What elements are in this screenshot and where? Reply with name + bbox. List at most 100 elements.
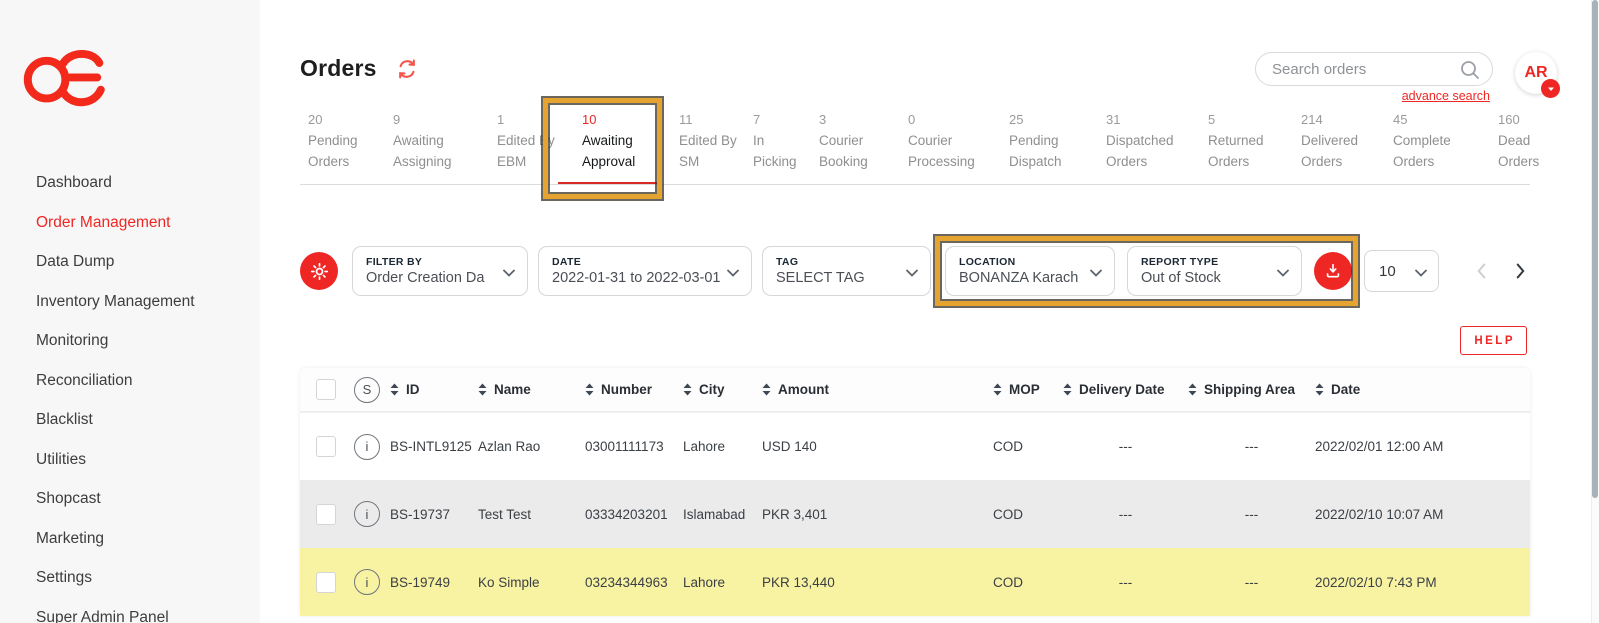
info-i-icon[interactable]: i <box>354 569 380 595</box>
tab-edited-by-ebm[interactable]: 1 Edited By EBM <box>497 112 561 172</box>
annotated-filter-group: LOCATION BONANZA Karach REPORT TYPE Out … <box>945 246 1352 296</box>
tab-pending-dispatch[interactable]: 25 Pending Dispatch <box>1009 112 1071 172</box>
tab-in-picking[interactable]: 7 In Picking <box>753 112 803 172</box>
sidebar-item-order-management[interactable]: Order Management <box>0 203 260 243</box>
sidebar-item-reconciliation[interactable]: Reconciliation <box>0 361 260 401</box>
report-type-label: REPORT TYPE <box>1141 256 1271 268</box>
sort-icon <box>683 383 692 396</box>
tab-delivered-orders[interactable]: 214 Delivered Orders <box>1301 112 1367 172</box>
status-tabs: 20 Pending Orders 9 Awaiting Assigning 1… <box>300 108 1530 185</box>
column-header-id[interactable]: ID <box>390 382 478 397</box>
settings-gear-button[interactable] <box>300 252 338 290</box>
table-header-row: S ID Name Number City Amount <box>300 368 1530 412</box>
tab-awaiting-assigning[interactable]: 9 Awaiting Assigning <box>393 112 461 172</box>
tab-count: 1 <box>497 112 561 127</box>
sidebar-item-inventory-management[interactable]: Inventory Management <box>0 282 260 322</box>
scrollbar-track[interactable] <box>1591 0 1599 623</box>
chevron-down-icon <box>724 264 742 287</box>
table-row[interactable]: i BS-19737 Test Test 03334203201 Islamab… <box>300 480 1530 548</box>
cell-mop: COD <box>993 439 1063 454</box>
column-label: ID <box>406 382 420 397</box>
tab-edited-by-sm[interactable]: 11 Edited By SM <box>679 112 743 172</box>
tab-courier-booking[interactable]: 3 Courier Booking <box>819 112 877 172</box>
tab-count: 20 <box>308 112 366 127</box>
row-checkbox[interactable] <box>316 504 336 525</box>
cell-city: Lahore <box>683 575 762 590</box>
tab-label: Awaiting Assigning <box>393 130 461 172</box>
column-header-shipping-area[interactable]: Shipping Area <box>1188 382 1315 397</box>
tab-dead-orders[interactable]: 160 Dead Orders <box>1498 112 1548 172</box>
date-range-dropdown[interactable]: DATE 2022-01-31 to 2022-03-01 <box>538 246 752 296</box>
tag-label: TAG <box>776 256 900 268</box>
column-header-amount[interactable]: Amount <box>762 382 993 397</box>
search-icon[interactable] <box>1458 58 1482 87</box>
caret-down-icon[interactable] <box>1541 79 1560 98</box>
tab-label: Courier Booking <box>819 130 877 172</box>
report-type-dropdown[interactable]: REPORT TYPE Out of Stock <box>1127 246 1302 296</box>
tab-complete-orders[interactable]: 45 Complete Orders <box>1393 112 1461 172</box>
sidebar-item-monitoring[interactable]: Monitoring <box>0 321 260 361</box>
sidebar-item-super-admin-panel[interactable]: Super Admin Panel <box>0 598 260 623</box>
column-header-mop[interactable]: MOP <box>993 382 1063 397</box>
search-input[interactable] <box>1272 61 1454 78</box>
column-header-name[interactable]: Name <box>478 382 585 397</box>
sidebar-item-blacklist[interactable]: Blacklist <box>0 400 260 440</box>
select-all-checkbox[interactable] <box>316 379 336 400</box>
row-checkbox[interactable] <box>316 572 336 593</box>
tab-count: 0 <box>908 112 982 127</box>
sidebar-item-data-dump[interactable]: Data Dump <box>0 242 260 282</box>
avatar[interactable]: AR <box>1515 52 1557 94</box>
column-label: Delivery Date <box>1079 382 1165 397</box>
location-dropdown[interactable]: LOCATION BONANZA Karach <box>945 246 1115 296</box>
refresh-icon[interactable] <box>395 57 419 86</box>
avatar-initials: AR <box>1524 64 1547 82</box>
tab-awaiting-approval[interactable]: 10 Awaiting Approval <box>582 112 652 172</box>
tab-label: Dead Orders <box>1498 130 1548 172</box>
oe-logo-icon <box>22 36 116 116</box>
cell-delivery-date: --- <box>1063 575 1188 590</box>
sidebar-item-settings[interactable]: Settings <box>0 558 260 598</box>
location-label: LOCATION <box>959 256 1084 268</box>
column-header-city[interactable]: City <box>683 382 762 397</box>
location-value: BONANZA Karach <box>959 270 1084 286</box>
sidebar-item-utilities[interactable]: Utilities <box>0 440 260 480</box>
tab-returned-orders[interactable]: 5 Returned Orders <box>1208 112 1272 172</box>
tag-dropdown[interactable]: TAG SELECT TAG <box>762 246 931 296</box>
cell-amount: USD 140 <box>762 439 993 454</box>
sidebar-item-marketing[interactable]: Marketing <box>0 519 260 559</box>
sidebar-item-dashboard[interactable]: Dashboard <box>0 163 260 203</box>
chevron-right-icon[interactable] <box>1509 260 1531 282</box>
table-row[interactable]: i BS-INTL9125 Azlan Rao 03001111173 Laho… <box>300 412 1530 480</box>
download-report-button[interactable] <box>1314 252 1352 290</box>
table-row[interactable]: i BS-19749 Ko Simple 03234344963 Lahore … <box>300 548 1530 616</box>
advance-search-link[interactable]: advance search <box>1402 89 1490 103</box>
page-size-select[interactable]: 10 <box>1364 250 1439 292</box>
chevron-left-icon[interactable] <box>1471 260 1493 282</box>
cell-number: 03334203201 <box>585 507 683 522</box>
column-label: MOP <box>1009 382 1040 397</box>
tab-dispatched-orders[interactable]: 31 Dispatched Orders <box>1106 112 1184 172</box>
sidebar-nav: Dashboard Order Management Data Dump Inv… <box>0 163 260 623</box>
filter-by-dropdown[interactable]: FILTER BY Order Creation Da <box>352 246 528 296</box>
scrollbar-thumb[interactable] <box>1592 0 1598 498</box>
cell-delivery-date: --- <box>1063 507 1188 522</box>
info-i-icon[interactable]: i <box>354 434 380 460</box>
info-i-icon[interactable]: i <box>354 501 380 527</box>
help-button[interactable]: HELP <box>1460 326 1527 355</box>
brand-logo <box>0 0 260 121</box>
column-header-delivery-date[interactable]: Delivery Date <box>1063 382 1188 397</box>
column-header-date[interactable]: Date <box>1315 382 1530 397</box>
cell-amount: PKR 13,440 <box>762 575 993 590</box>
tab-label: Complete Orders <box>1393 130 1461 172</box>
row-checkbox[interactable] <box>316 436 336 457</box>
cell-delivery-date: --- <box>1063 439 1188 454</box>
tab-label: Returned Orders <box>1208 130 1272 172</box>
sidebar-item-shopcast[interactable]: Shopcast <box>0 479 260 519</box>
column-header-number[interactable]: Number <box>585 382 683 397</box>
tab-pending-orders[interactable]: 20 Pending Orders <box>308 112 366 172</box>
page-size-value: 10 <box>1379 263 1396 280</box>
tab-label: In Picking <box>753 130 803 172</box>
select-all-s-icon[interactable]: S <box>354 377 380 403</box>
tab-count: 45 <box>1393 112 1461 127</box>
tab-courier-processing[interactable]: 0 Courier Processing <box>908 112 982 172</box>
